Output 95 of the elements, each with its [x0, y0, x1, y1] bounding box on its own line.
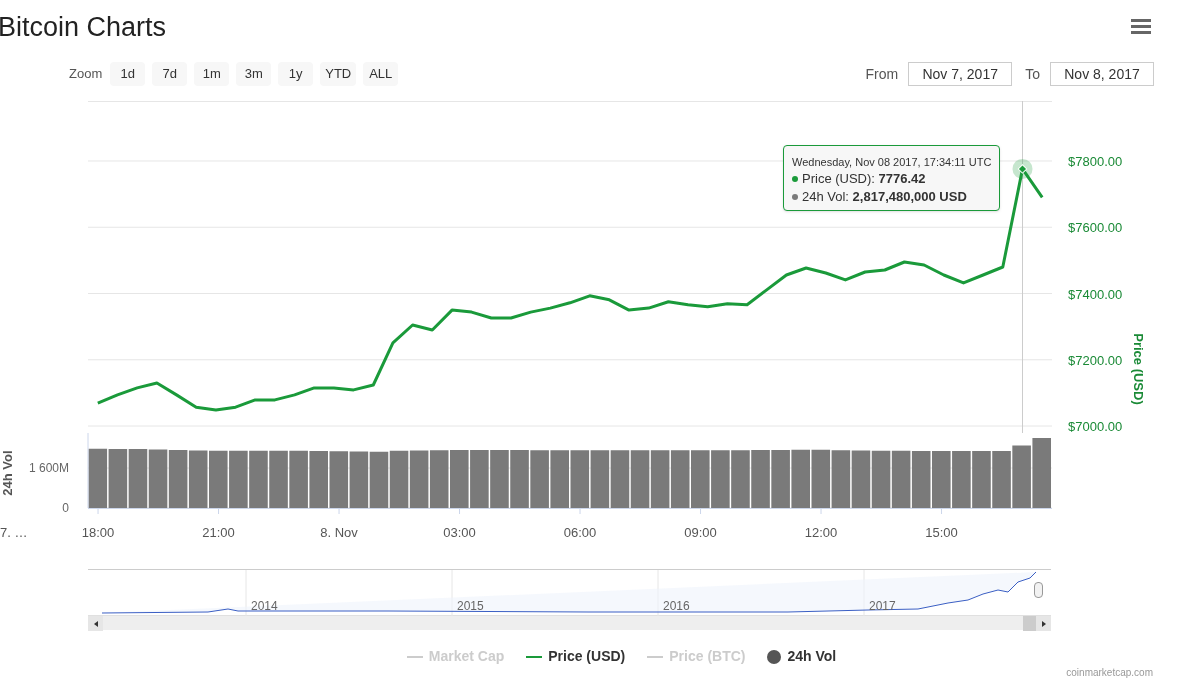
volume-bar: [851, 450, 871, 508]
volume-bar: [952, 451, 971, 508]
x-axis-label: 12:00: [804, 525, 838, 540]
tooltip-value: Price (USD): 7776.42: [802, 170, 926, 188]
scroll-thumb[interactable]: [1023, 616, 1036, 631]
volume-bar: [811, 449, 831, 508]
volume-bar: [349, 451, 369, 508]
scroll-right-button[interactable]: [1036, 616, 1051, 631]
x-axis-label: 7. …: [0, 525, 28, 540]
volume-bar: [188, 450, 208, 508]
x-axis-label: 18:00: [81, 525, 115, 540]
volume-bar: [450, 450, 469, 508]
volume-bar: [691, 450, 710, 508]
volume-bar: [711, 450, 730, 508]
volume-bar: [891, 450, 911, 508]
volume-bar: [128, 449, 148, 508]
volume-bar: [229, 450, 248, 508]
volume-bar: [550, 450, 569, 508]
volume-bar: [610, 450, 630, 508]
volume-bar: [670, 450, 690, 508]
volume-bar: [831, 450, 851, 508]
y-axis-label: $7800.00: [1068, 153, 1123, 169]
y-axis-title: Price (USD): [1130, 333, 1146, 405]
volume-bar: [911, 451, 931, 508]
zoom-range-button[interactable]: 7d: [152, 62, 188, 86]
zoom-range-button[interactable]: 3m: [236, 62, 272, 86]
zoom-range-button[interactable]: 1y: [278, 62, 314, 86]
tooltip-date: Wednesday, Nov 08 2017, 17:34:11 UTC: [792, 155, 992, 170]
x-axis-label: 15:00: [925, 525, 958, 540]
volume-bar: [148, 449, 168, 508]
x-axis-label: 03:00: [443, 525, 476, 540]
y-axis-label: $7200.00: [1068, 352, 1123, 368]
scrollbar[interactable]: [88, 615, 1051, 630]
y-axis-label: $7400.00: [1068, 286, 1123, 302]
volume-bar: [429, 450, 449, 508]
left-arrow-icon: [93, 620, 98, 627]
tooltip-value: 24h Vol: 2,817,480,000 USD: [802, 188, 967, 206]
volume-bar: [871, 450, 891, 508]
volume-bar: [791, 449, 810, 508]
x-axis-label: 8. Nov: [320, 525, 358, 540]
volume-bar: [630, 450, 650, 508]
y-axis-label: $7000.00: [1068, 419, 1123, 433]
volume-bar: [309, 451, 328, 508]
volume-bar: [570, 450, 590, 508]
volume-bar: [409, 450, 429, 508]
y-axis-label: 1 600M: [28, 461, 69, 475]
volume-bar: [490, 450, 509, 508]
x-axis-label: 06:00: [563, 525, 597, 540]
to-label: To: [1025, 64, 1040, 84]
volume-bar: [249, 450, 268, 508]
volume-bar: [650, 450, 670, 508]
from-label: From: [865, 64, 899, 84]
y-axis-title: 24h Vol: [0, 450, 16, 496]
volume-bar: [751, 450, 770, 508]
volume-bar: [470, 450, 489, 508]
volume-bar: [992, 451, 1011, 508]
legend-item[interactable]: 24h Vol: [787, 646, 837, 667]
navigator-year-label: 2016: [663, 598, 690, 615]
volume-bar: [108, 449, 128, 508]
x-axis-label: 09:00: [684, 525, 717, 540]
page-title: Bitcoin Charts: [0, 10, 167, 44]
zoom-label: Zoom: [69, 65, 103, 84]
zoom-range-button[interactable]: ALL: [363, 62, 399, 86]
volume-bar: [369, 451, 389, 508]
volume-bar: [771, 450, 790, 508]
scroll-left-button[interactable]: [88, 616, 103, 631]
hover-point-marker: [1012, 158, 1033, 179]
volume-bar: [209, 450, 228, 508]
volume-bar: [389, 450, 409, 508]
volume-bar: [269, 450, 288, 508]
y-axis-label: 0: [62, 501, 69, 515]
volume-bar: [972, 451, 991, 508]
right-arrow-icon: [1041, 620, 1046, 627]
navigator-year-label: 2014: [251, 598, 278, 615]
volume-bar: [289, 450, 308, 508]
zoom-range-button[interactable]: YTD: [320, 62, 357, 86]
navigator-handle[interactable]: [1034, 582, 1043, 598]
volume-bar: [1032, 438, 1051, 508]
volume-bar: [329, 451, 349, 508]
from-date-field[interactable]: Nov 7, 2017: [908, 62, 1013, 86]
zoom-range-button[interactable]: 1m: [194, 62, 230, 86]
volume-bar: [168, 450, 188, 508]
volume-bar: [530, 450, 549, 508]
navigator-year-label: 2015: [457, 598, 484, 615]
volume-bar: [1012, 445, 1031, 508]
volume-bar: [510, 450, 529, 508]
y-axis-label: $7600.00: [1068, 220, 1123, 236]
volume-bar: [932, 451, 951, 508]
to-date-field[interactable]: Nov 8, 2017: [1050, 62, 1154, 86]
zoom-range-button[interactable]: 1d: [110, 62, 146, 86]
menu-icon[interactable]: [1131, 18, 1151, 34]
legend-item[interactable]: Price (USD): [548, 646, 626, 667]
volume-bar: [590, 450, 610, 508]
volume-bar: [731, 450, 750, 508]
x-axis-label: 21:00: [202, 525, 235, 540]
